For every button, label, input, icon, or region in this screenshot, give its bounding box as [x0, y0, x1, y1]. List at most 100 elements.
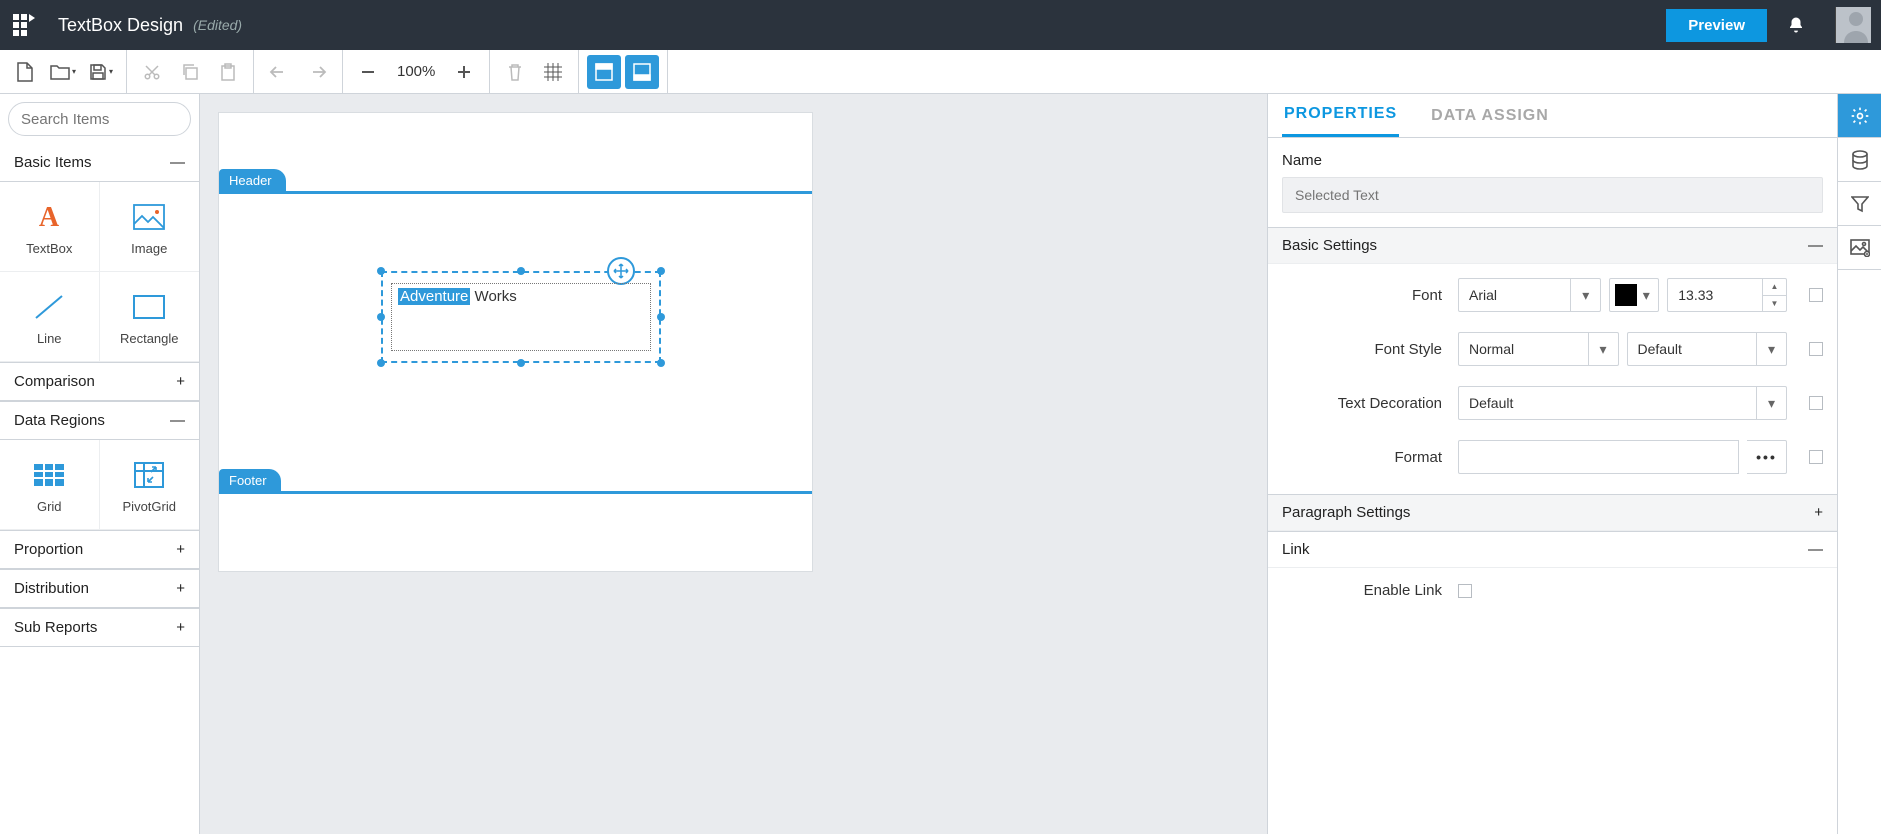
section-label: Comparison — [14, 373, 95, 390]
section-basic-settings[interactable]: Basic Settings — — [1268, 228, 1837, 264]
cut-button[interactable] — [135, 55, 169, 89]
open-file-button[interactable]: ▾ — [46, 55, 80, 89]
move-handle-icon[interactable] — [607, 257, 635, 285]
spin-up[interactable]: ▲ — [1763, 279, 1786, 296]
section-basic-items[interactable]: Basic Items — — [0, 144, 199, 182]
section-data-regions[interactable]: Data Regions — — [0, 401, 199, 440]
header-band-label[interactable]: Header — [219, 169, 286, 192]
item-rectangle[interactable]: Rectangle — [100, 272, 200, 362]
font-style-select[interactable]: Normal ▾ — [1458, 332, 1619, 366]
section-label: Data Regions — [14, 412, 105, 429]
expand-icon: + — [1814, 504, 1823, 521]
item-line[interactable]: Line — [0, 272, 100, 362]
layout-header-toggle[interactable] — [587, 55, 621, 89]
resize-handle-mr[interactable] — [657, 313, 665, 321]
item-pivotgrid[interactable]: PivotGrid — [100, 440, 200, 530]
resize-handle-ml[interactable] — [377, 313, 385, 321]
filter-button[interactable] — [1838, 182, 1881, 226]
section-title: Basic Settings — [1282, 237, 1377, 254]
pivotgrid-icon — [134, 455, 164, 495]
section-sub-reports[interactable]: Sub Reports + — [0, 608, 199, 647]
section-distribution[interactable]: Distribution + — [0, 569, 199, 608]
format-input[interactable] — [1458, 440, 1739, 474]
format-label: Format — [1268, 449, 1458, 466]
settings-gear-button[interactable] — [1838, 94, 1881, 138]
layout-footer-toggle[interactable] — [625, 55, 659, 89]
section-proportion[interactable]: Proportion + — [0, 530, 199, 569]
spin-down[interactable]: ▼ — [1763, 296, 1786, 312]
line-icon — [32, 287, 66, 327]
collapse-icon: — — [170, 154, 185, 171]
resize-handle-tr[interactable] — [657, 267, 665, 275]
chevron-down-icon[interactable]: ▾ — [1637, 279, 1655, 311]
resize-handle-tl[interactable] — [377, 267, 385, 275]
tab-data-assign[interactable]: DATA ASSIGN — [1429, 96, 1551, 136]
resize-handle-bl[interactable] — [377, 359, 385, 367]
save-button[interactable]: ▾ — [84, 55, 118, 89]
undo-button[interactable] — [262, 55, 296, 89]
search-input[interactable] — [21, 111, 200, 128]
zoom-level[interactable]: 100% — [387, 63, 445, 80]
preview-button[interactable]: Preview — [1666, 9, 1767, 42]
footer-band-rule — [219, 491, 812, 494]
item-label: Grid — [37, 499, 62, 514]
font-size-input[interactable]: 13.33 ▲▼ — [1667, 278, 1787, 312]
format-advanced-checkbox[interactable] — [1809, 450, 1823, 464]
search-items-box[interactable] — [8, 102, 191, 136]
tab-properties[interactable]: PROPERTIES — [1282, 94, 1399, 137]
delete-button[interactable] — [498, 55, 532, 89]
section-paragraph-settings[interactable]: Paragraph Settings + — [1268, 495, 1837, 531]
section-comparison[interactable]: Comparison + — [0, 362, 199, 401]
resize-handle-br[interactable] — [657, 359, 665, 367]
resize-handle-tm[interactable] — [517, 267, 525, 275]
textbox-content[interactable]: Adventure Works — [391, 283, 651, 351]
name-input[interactable] — [1282, 177, 1823, 213]
image-icon — [133, 197, 165, 237]
image-manager-button[interactable] — [1838, 226, 1881, 270]
zoom-out-button[interactable] — [351, 55, 385, 89]
app-header: TextBox Design (Edited) Preview — [0, 0, 1881, 50]
font-color-picker[interactable]: ▾ — [1609, 278, 1659, 312]
edited-indicator: (Edited) — [193, 17, 242, 33]
selected-text: Adventure — [398, 288, 470, 305]
app-menu-icon[interactable] — [10, 11, 38, 39]
datasource-button[interactable] — [1838, 138, 1881, 182]
grid-toggle-button[interactable] — [536, 55, 570, 89]
item-grid[interactable]: Grid — [0, 440, 100, 530]
item-label: Image — [131, 241, 167, 256]
selected-textbox[interactable]: Adventure Works — [381, 271, 661, 363]
new-file-button[interactable] — [8, 55, 42, 89]
font-weight-select[interactable]: Default ▾ — [1627, 332, 1788, 366]
document-title: TextBox Design — [58, 15, 183, 36]
format-more-button[interactable]: ••• — [1747, 440, 1787, 474]
footer-band-label[interactable]: Footer — [219, 469, 281, 492]
text-decoration-advanced-checkbox[interactable] — [1809, 396, 1823, 410]
paste-button[interactable] — [211, 55, 245, 89]
section-title: Link — [1282, 541, 1310, 558]
user-avatar[interactable] — [1835, 7, 1871, 43]
chevron-down-icon[interactable]: ▾ — [1570, 279, 1600, 311]
design-canvas[interactable]: Header Adventure Works — [200, 94, 1267, 834]
report-page[interactable]: Header Adventure Works — [218, 112, 813, 572]
section-link[interactable]: Link — — [1268, 532, 1837, 568]
zoom-in-button[interactable] — [447, 55, 481, 89]
items-sidebar: Basic Items — A TextBox Image Line Recta… — [0, 94, 200, 834]
enable-link-checkbox[interactable] — [1458, 584, 1472, 598]
font-advanced-checkbox[interactable] — [1809, 288, 1823, 302]
resize-handle-bm[interactable] — [517, 359, 525, 367]
item-label: Rectangle — [120, 331, 179, 346]
font-family-select[interactable]: Arial ▾ — [1458, 278, 1601, 312]
item-image[interactable]: Image — [100, 182, 200, 272]
chevron-down-icon[interactable]: ▾ — [1756, 333, 1786, 365]
chevron-down-icon[interactable]: ▾ — [1756, 387, 1786, 419]
copy-button[interactable] — [173, 55, 207, 89]
text-decoration-value: Default — [1459, 395, 1756, 411]
item-textbox[interactable]: A TextBox — [0, 182, 100, 272]
redo-button[interactable] — [300, 55, 334, 89]
font-style-advanced-checkbox[interactable] — [1809, 342, 1823, 356]
notifications-icon[interactable] — [1787, 16, 1817, 34]
text-decoration-select[interactable]: Default ▾ — [1458, 386, 1787, 420]
expand-icon: + — [176, 619, 185, 636]
chevron-down-icon[interactable]: ▾ — [1588, 333, 1618, 365]
section-label: Basic Items — [14, 154, 92, 171]
